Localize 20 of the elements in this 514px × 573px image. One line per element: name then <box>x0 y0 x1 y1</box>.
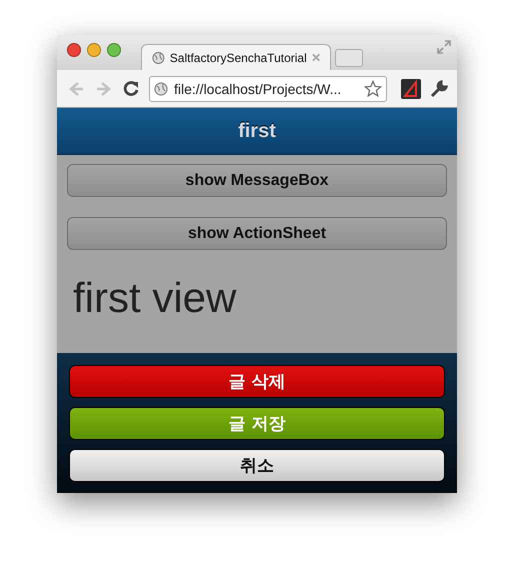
new-tab-button[interactable] <box>335 49 363 67</box>
close-button[interactable] <box>67 43 81 57</box>
cancel-button[interactable]: 취소 <box>69 449 445 482</box>
zoom-button[interactable] <box>107 43 121 57</box>
globe-icon <box>152 50 165 64</box>
close-icon[interactable] <box>312 53 320 62</box>
globe-icon <box>154 82 168 96</box>
delete-button[interactable]: 글 삭제 <box>69 365 445 398</box>
title-bar-title: first <box>238 120 276 142</box>
fullscreen-icon[interactable] <box>437 40 451 54</box>
wrench-icon[interactable] <box>429 78 449 98</box>
action-button[interactable]: show MessageBox <box>67 164 447 197</box>
reload-button[interactable] <box>121 78 141 98</box>
extension-icon[interactable] <box>401 78 421 98</box>
action-button[interactable]: show ActionSheet <box>67 217 447 250</box>
address-bar[interactable]: file://localhost/Projects/W... <box>149 76 387 102</box>
minimize-button[interactable] <box>87 43 101 57</box>
browser-tab[interactable]: SaltfactorySenchaTutorial <box>141 44 331 70</box>
star-icon[interactable] <box>364 80 382 98</box>
view-text: first view <box>72 273 238 322</box>
